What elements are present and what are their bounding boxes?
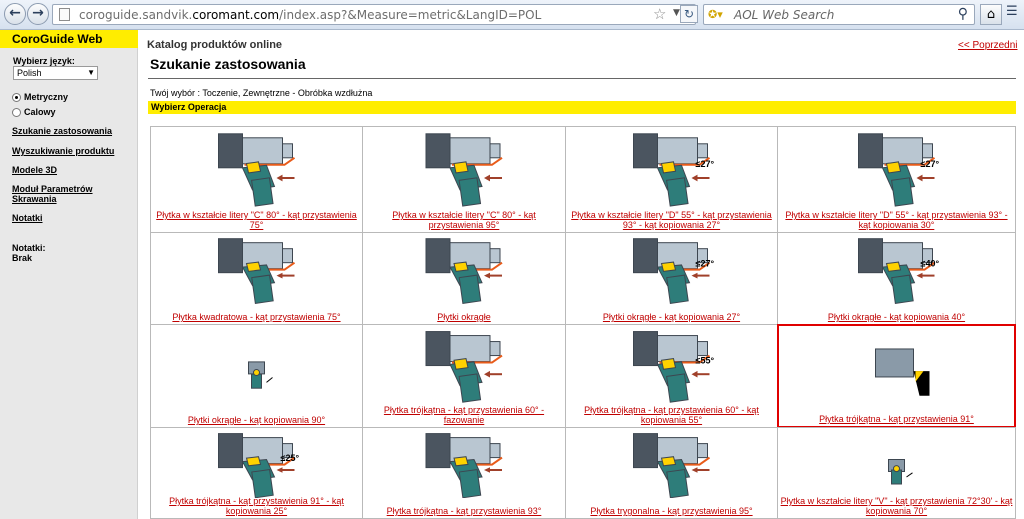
svg-text:≤27°: ≤27° [696, 258, 715, 268]
browser-toolbar: ← → coroguide.sandvik.coromant.com/index… [0, 0, 1024, 30]
operation-card[interactable]: Płytka kwadratowa - kąt przystawienia 75… [150, 232, 363, 325]
operation-link[interactable]: Płytka w kształcie litery "D" 55° - kąt … [780, 210, 1013, 230]
operation-card[interactable]: Płytka w kształcie litery "C" 80° - kąt … [150, 126, 363, 233]
catalog-title: Katalog produktów online [147, 39, 283, 51]
operation-card[interactable]: ≤27° Płytka w kształcie litery "D" 55° - … [565, 126, 778, 233]
svg-text:≤40°: ≤40° [921, 258, 940, 268]
brand-title: CoroGuide Web [0, 30, 138, 48]
search-engine-icon[interactable]: ✪▾ [708, 8, 732, 22]
tool-illustration[interactable] [779, 326, 1014, 413]
operation-card[interactable]: Płytka trójkątna - kąt przystawienia 93° [362, 427, 566, 519]
nav-link-notes[interactable]: Notatki [12, 213, 43, 223]
tool-illustration[interactable] [363, 233, 565, 309]
operation-link[interactable]: Płytka trójkątna - kąt przystawienia 91°… [153, 496, 360, 516]
operation-card[interactable]: ≤27° Płytki okrągłe - kąt kopiowania 27° [565, 232, 778, 325]
svg-text:≤27°: ≤27° [696, 159, 715, 169]
operation-card[interactable]: Płytka w kształcie litery "V" - kąt przy… [777, 427, 1016, 519]
operation-card[interactable]: Płytka trójkątna - kąt przystawienia 91° [777, 324, 1016, 428]
operation-link[interactable]: Płytka w kształcie litery "C" 80° - kąt … [153, 210, 360, 230]
tool-illustration[interactable] [363, 127, 565, 217]
operation-card[interactable]: Płytka trygonalna - kąt przystawienia 95… [565, 427, 778, 519]
operation-card[interactable]: Płytka trójkątna - kąt przystawienia 60°… [362, 324, 566, 428]
operation-link[interactable]: Płytka trygonalna - kąt przystawienia 95… [568, 506, 775, 516]
page-icon [59, 8, 70, 21]
tool-illustration[interactable]: ≤40° [778, 233, 1015, 309]
address-bar[interactable]: coroguide.sandvik.coromant.com/index.asp… [52, 4, 696, 25]
operation-link[interactable]: Płytka trójkątna - kąt przystawienia 60°… [365, 405, 563, 425]
tool-illustration[interactable] [778, 428, 1015, 503]
menu-icon[interactable]: ☰ [1006, 4, 1022, 25]
language-value: Polish [17, 68, 42, 78]
bookmark-star-icon[interactable]: ☆ [653, 5, 666, 23]
tool-illustration[interactable]: ≤25° [151, 428, 362, 503]
operation-link[interactable]: Płytka trójkątna - kąt przystawienia 93° [365, 506, 563, 516]
operation-card[interactable]: ≤25° Płytka trójkątna - kąt przystawienia… [150, 427, 363, 519]
operation-link[interactable]: Płytka kwadratowa - kąt przystawienia 75… [153, 312, 360, 322]
nav-link-cutting-parameters[interactable]: Moduł Parametrów Skrawania [7, 184, 117, 204]
operation-link[interactable]: Płytka w kształcie litery "C" 80° - kąt … [365, 210, 563, 230]
svg-text:≤55°: ≤55° [696, 356, 715, 366]
operation-card[interactable]: Płytki okrągłe [362, 232, 566, 325]
notes-value: Brak [12, 253, 33, 263]
operation-card[interactable]: Płytka w kształcie litery "C" 80° - kąt … [362, 126, 566, 233]
operation-link[interactable]: Płytki okrągłe [365, 312, 563, 322]
operation-card[interactable]: Płytki okrągłe - kąt kopiowania 90° [150, 324, 363, 428]
operation-link[interactable]: Płytki okrągłe - kąt kopiowania 90° [153, 415, 360, 425]
search-placeholder: AOL Web Search [734, 8, 835, 22]
operation-link[interactable]: Płytka w kształcie litery "D" 55° - kąt … [568, 210, 775, 230]
back-link[interactable]: << Poprzedni [958, 40, 1018, 51]
nav-link-application-search[interactable]: Szukanie zastosowania [12, 126, 112, 136]
nav-link-3d-models[interactable]: Modele 3D [12, 165, 57, 175]
page-title: Szukanie zastosowania [150, 56, 306, 72]
search-icon[interactable]: ⚲ [958, 6, 968, 22]
tool-illustration[interactable]: ≤27° [566, 127, 777, 217]
tool-illustration[interactable]: ≤55° [566, 325, 777, 412]
tool-illustration[interactable] [151, 233, 362, 309]
home-icon[interactable]: ⌂ [980, 4, 1002, 25]
radio-checked-icon [12, 93, 21, 103]
tool-illustration[interactable] [363, 325, 565, 412]
operation-link[interactable]: Płytki okrągłe - kąt kopiowania 40° [780, 312, 1013, 322]
tool-illustration[interactable] [566, 428, 777, 503]
tool-illustration[interactable] [151, 325, 362, 412]
tool-illustration[interactable]: ≤27° [566, 233, 777, 309]
operation-link[interactable]: Płytka w kształcie litery "V" - kąt przy… [780, 496, 1013, 516]
tool-illustration[interactable]: ≤27° [778, 127, 1015, 217]
svg-text:≤25°: ≤25° [281, 453, 300, 463]
language-label: Wybierz język: [13, 56, 75, 66]
sidebar: CoroGuide Web Wybierz język: Polish ▼ Me… [0, 30, 138, 519]
radio-unchecked-icon [12, 108, 21, 118]
chevron-down-icon: ▼ [87, 68, 95, 77]
svg-text:≤27°: ≤27° [921, 159, 940, 169]
forward-arrow-icon[interactable]: → [27, 3, 49, 25]
operation-link[interactable]: Płytka trójkątna - kąt przystawienia 91° [781, 414, 1012, 424]
url-text: coroguide.sandvik.coromant.com/index.asp… [79, 8, 542, 22]
notes-label: Notatki: [12, 243, 46, 253]
back-arrow-icon[interactable]: ← [4, 3, 26, 25]
operation-link[interactable]: Płytki okrągłe - kąt kopiowania 27° [568, 312, 775, 322]
radio-metric[interactable]: Metryczny [12, 92, 68, 103]
divider [148, 78, 1016, 79]
search-bar[interactable]: ✪▾ AOL Web Search ⚲ [703, 4, 975, 25]
radio-imperial[interactable]: Calowy [12, 107, 56, 118]
operation-card[interactable]: ≤55° Płytka trójkątna - kąt przystawienia… [565, 324, 778, 428]
tool-illustration[interactable] [151, 127, 362, 217]
operation-card[interactable]: ≤40° Płytki okrągłe - kąt kopiowania 40° [777, 232, 1016, 325]
operation-grid: Płytka w kształcie litery "C" 80° - kąt … [150, 126, 1016, 519]
operation-link[interactable]: Płytka trójkątna - kąt przystawienia 60°… [568, 405, 775, 425]
history-dropdown-icon[interactable]: ▼ [673, 8, 680, 18]
reload-icon[interactable]: ↻ [680, 5, 698, 23]
operation-header: Wybierz Operacja [148, 101, 1016, 114]
language-select[interactable]: Polish ▼ [13, 66, 98, 80]
nav-link-product-search[interactable]: Wyszukiwanie produktu [12, 146, 114, 156]
breadcrumb: Twój wybór : Toczenie, Zewnętrzne - Obró… [150, 88, 373, 98]
operation-card[interactable]: ≤27° Płytka w kształcie litery "D" 55° - … [777, 126, 1016, 233]
tool-illustration[interactable] [363, 428, 565, 503]
